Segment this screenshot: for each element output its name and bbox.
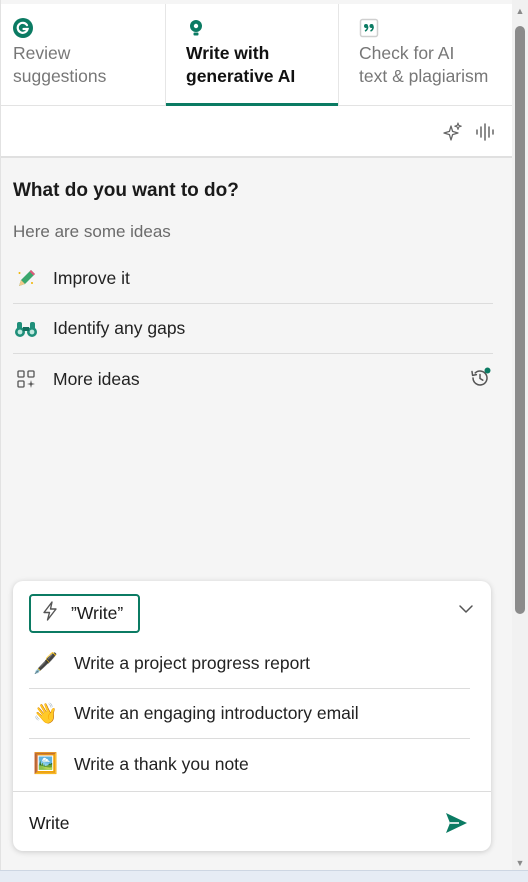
lightning-icon bbox=[41, 601, 59, 626]
suggestion-label: Write a project progress report bbox=[74, 653, 311, 673]
prompt-input-row bbox=[13, 791, 491, 851]
idea-label: More ideas bbox=[53, 368, 140, 389]
idea-improve-it[interactable]: Improve it bbox=[13, 254, 493, 304]
tab-label: Write with generative AI bbox=[186, 43, 296, 86]
tab-label: Check for AI text & plagiarism bbox=[359, 43, 489, 86]
send-icon[interactable] bbox=[443, 810, 469, 836]
toolbar bbox=[1, 106, 513, 158]
waving-hand-icon: 👋 bbox=[33, 702, 58, 725]
sparkle-icon[interactable] bbox=[441, 120, 465, 144]
scrollbar-thumb[interactable] bbox=[515, 26, 525, 614]
grammarly-logo-icon bbox=[13, 18, 33, 38]
binoculars-icon bbox=[13, 316, 39, 342]
grid-plus-icon bbox=[13, 366, 39, 392]
window-bottom-edge bbox=[0, 870, 528, 882]
chip-label: ”Write” bbox=[71, 603, 124, 623]
scroll-down-arrow-icon[interactable]: ▼ bbox=[515, 858, 525, 868]
fountain-pen-icon: 🖋️ bbox=[33, 652, 58, 675]
tab-review-suggestions[interactable]: Review suggestions bbox=[1, 4, 166, 105]
tab-check-ai-plagiarism[interactable]: Check for AI text & plagiarism bbox=[339, 4, 513, 105]
suggestion-introductory-email[interactable]: 👋 Write an engaging introductory email bbox=[29, 689, 470, 739]
prompt-card: ”Write” 🖋️ Write a project progress repo… bbox=[13, 581, 491, 851]
assistant-panel: Review suggestions Write with generative… bbox=[0, 0, 513, 870]
idea-identify-gaps[interactable]: Identify any gaps bbox=[13, 304, 493, 354]
history-icon[interactable] bbox=[469, 367, 491, 389]
main-content: What do you want to do? Here are some id… bbox=[13, 180, 493, 404]
pencil-icon bbox=[13, 266, 39, 292]
ideas-subtitle: Here are some ideas bbox=[13, 222, 171, 241]
chevron-down-icon[interactable] bbox=[457, 600, 475, 618]
lightbulb-icon bbox=[186, 18, 206, 38]
suggestion-label: Write a thank you note bbox=[74, 753, 249, 774]
tab-label: Review suggestions bbox=[13, 43, 107, 86]
idea-label: Identify any gaps bbox=[53, 318, 186, 338]
voice-waveform-icon[interactable] bbox=[473, 120, 497, 144]
ideas-list: Improve it Identify any gaps More ideas bbox=[13, 254, 493, 404]
prompt-chip[interactable]: ”Write” bbox=[29, 594, 140, 633]
suggestion-progress-report[interactable]: 🖋️ Write a project progress report bbox=[29, 639, 470, 689]
tab-write-generative-ai[interactable]: Write with generative AI bbox=[166, 4, 339, 106]
suggestions-list: 🖋️ Write a project progress report 👋 Wri… bbox=[29, 639, 470, 789]
suggestion-label: Write an engaging introductory email bbox=[74, 703, 359, 723]
suggestion-thank-you-note[interactable]: 🖼️ Write a thank you note bbox=[29, 739, 470, 789]
tab-bar: Review suggestions Write with generative… bbox=[1, 4, 513, 106]
idea-label: Improve it bbox=[53, 268, 130, 288]
scroll-up-arrow-icon[interactable]: ▲ bbox=[515, 6, 525, 16]
prompt-input[interactable] bbox=[29, 810, 419, 836]
idea-more-ideas[interactable]: More ideas bbox=[13, 354, 493, 404]
quote-icon bbox=[359, 18, 379, 38]
picture-icon: 🖼️ bbox=[33, 753, 58, 775]
page-title: What do you want to do? bbox=[13, 180, 239, 201]
scrollbar[interactable]: ▲ ▼ bbox=[512, 0, 528, 870]
